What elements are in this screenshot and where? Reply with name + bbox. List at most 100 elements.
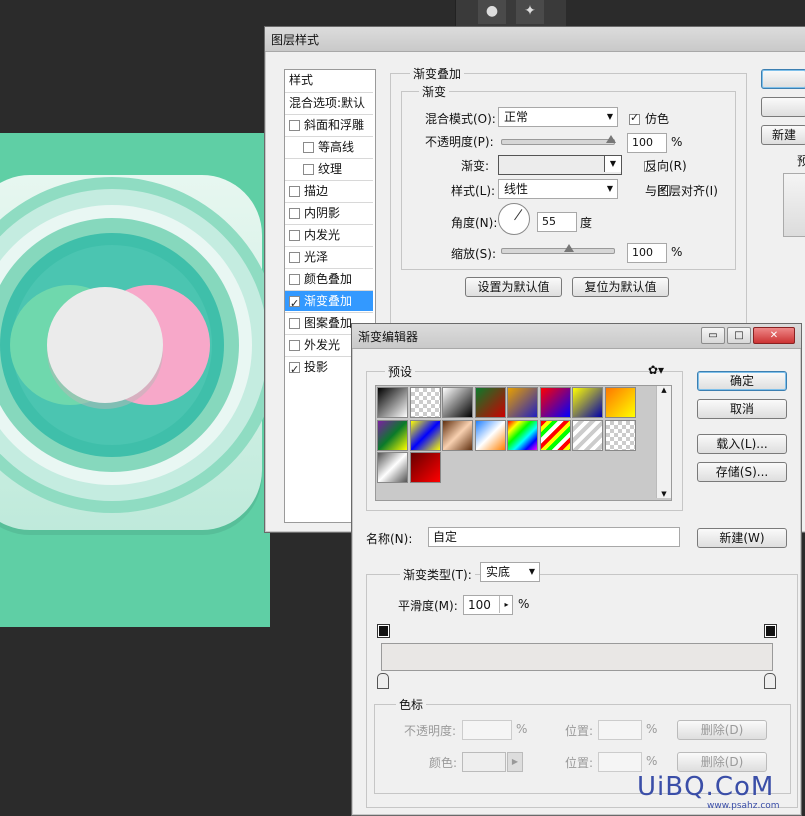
- stop-opacity-input[interactable]: [462, 720, 512, 740]
- preset-swatch[interactable]: [507, 419, 538, 451]
- cancel-button[interactable]: 取消: [697, 399, 787, 419]
- stop-color-swatch[interactable]: [462, 752, 506, 772]
- set-default-button[interactable]: 设置为默认值: [465, 277, 562, 297]
- angle-input[interactable]: 55: [537, 212, 577, 232]
- styles-header[interactable]: 样式: [285, 70, 373, 91]
- stop-opacity-location-input[interactable]: [598, 720, 642, 740]
- style-item-checkbox[interactable]: [289, 186, 300, 197]
- scroll-down-icon[interactable]: ▼: [657, 490, 671, 498]
- style-item-checkbox[interactable]: [289, 274, 300, 285]
- load-button[interactable]: 载入(L)...: [697, 434, 787, 454]
- style-item-checkbox[interactable]: [289, 293, 300, 314]
- scale-slider[interactable]: [501, 244, 615, 254]
- opacity-stop-left[interactable]: [377, 624, 390, 638]
- presets-scrollbar[interactable]: ▲ ▼: [656, 386, 671, 498]
- opacity-input[interactable]: 100: [627, 133, 667, 153]
- style-item-checkbox[interactable]: [303, 142, 314, 153]
- style-item[interactable]: 渐变叠加: [285, 290, 373, 314]
- style-item-checkbox[interactable]: [289, 120, 300, 131]
- scale-slider-thumb[interactable]: [564, 244, 574, 252]
- save-button[interactable]: 存储(S)...: [697, 462, 787, 482]
- style-select[interactable]: 线性: [498, 179, 618, 199]
- reset-default-button[interactable]: 复位为默认值: [572, 277, 669, 297]
- style-item[interactable]: 斜面和浮雕: [285, 114, 373, 135]
- gradient-type-select[interactable]: 实底: [480, 562, 540, 582]
- style-item-label: 颜色叠加: [304, 272, 353, 286]
- angle-degree: 度: [580, 216, 593, 230]
- preset-swatch[interactable]: [539, 387, 571, 418]
- scroll-up-icon[interactable]: ▲: [657, 386, 671, 394]
- layer-style-titlebar[interactable]: 图层样式: [265, 27, 805, 52]
- style-item[interactable]: 等高线: [285, 136, 373, 157]
- tool-strip: ● ✦: [455, 0, 566, 28]
- style-item[interactable]: 颜色叠加: [285, 268, 373, 289]
- gear-icon[interactable]: ✿▾: [648, 363, 664, 377]
- dither-checkbox[interactable]: [629, 111, 640, 125]
- preset-swatch[interactable]: [572, 419, 603, 451]
- style-item-checkbox[interactable]: [289, 340, 300, 351]
- new-gradient-button[interactable]: 新建(W): [697, 528, 787, 548]
- preset-swatch[interactable]: [474, 387, 506, 418]
- style-item-checkbox[interactable]: [289, 230, 300, 241]
- name-input[interactable]: 自定: [428, 527, 680, 547]
- preset-swatch[interactable]: [507, 387, 538, 418]
- gradient-bar[interactable]: [381, 643, 773, 671]
- blend-options-item[interactable]: 混合选项:默认: [285, 92, 373, 113]
- presets-grid[interactable]: ▲ ▼: [375, 385, 672, 501]
- magic-wand-icon[interactable]: ✦: [516, 0, 544, 24]
- style-item[interactable]: 光泽: [285, 246, 373, 267]
- preset-swatch[interactable]: [604, 387, 636, 418]
- preset-swatch[interactable]: [409, 452, 441, 483]
- preset-swatch[interactable]: [442, 419, 473, 451]
- minimize-icon[interactable]: ▭: [701, 327, 725, 344]
- preset-swatch[interactable]: [474, 419, 506, 451]
- style-item-checkbox[interactable]: [289, 359, 300, 380]
- document-canvas[interactable]: [0, 133, 270, 627]
- gradient-picker[interactable]: ▼: [498, 155, 622, 175]
- style-item[interactable]: 内阴影: [285, 202, 373, 223]
- scale-percent: %: [671, 245, 683, 259]
- style-item-checkbox[interactable]: [303, 164, 314, 175]
- style-item-checkbox[interactable]: [289, 208, 300, 219]
- angle-dial[interactable]: [498, 203, 530, 235]
- stop-color-arrow-icon[interactable]: ▶: [507, 752, 523, 772]
- app-icon-artwork: [0, 175, 270, 535]
- preset-swatch[interactable]: [539, 419, 571, 451]
- color-stop-left[interactable]: [377, 673, 389, 689]
- opacity-slider[interactable]: [501, 135, 616, 145]
- stop-color-location-input[interactable]: [598, 752, 642, 772]
- preset-swatch[interactable]: [442, 387, 473, 418]
- style-item-label: 描边: [304, 184, 329, 198]
- preset-swatch[interactable]: [572, 387, 603, 418]
- stop-color-label: 颜色:: [429, 756, 458, 770]
- maximize-icon[interactable]: □: [727, 327, 751, 344]
- gradient-dropdown-arrow[interactable]: ▼: [604, 156, 621, 172]
- preset-swatch[interactable]: [377, 387, 408, 418]
- blend-mode-select[interactable]: 正常: [498, 107, 618, 127]
- preset-swatch[interactable]: [409, 387, 441, 418]
- style-item-checkbox[interactable]: [289, 318, 300, 329]
- close-icon[interactable]: ✕: [753, 327, 795, 344]
- style-item[interactable]: 内发光: [285, 224, 373, 245]
- info-icon[interactable]: ●: [478, 0, 506, 24]
- new-style-button[interactable]: 新建样: [761, 125, 805, 145]
- style-item[interactable]: 纹理: [285, 158, 373, 179]
- opacity-stop-right[interactable]: [764, 624, 777, 638]
- preset-swatch[interactable]: [604, 419, 636, 451]
- preset-swatch[interactable]: [377, 419, 408, 451]
- preset-swatch[interactable]: [409, 419, 441, 451]
- smoothness-stepper-icon[interactable]: ▸: [499, 596, 513, 613]
- color-stop-right[interactable]: [764, 673, 776, 689]
- ok-button[interactable]: 确定: [697, 371, 787, 391]
- delete-color-stop-button[interactable]: 删除(D): [677, 752, 767, 772]
- preset-swatch[interactable]: [377, 452, 408, 483]
- style-item-checkbox[interactable]: [289, 252, 300, 263]
- delete-opacity-stop-button[interactable]: 删除(D): [677, 720, 767, 740]
- cancel-button-partial[interactable]: [761, 97, 805, 117]
- stops-title: 色标: [396, 696, 427, 713]
- ok-button-partial[interactable]: [761, 69, 805, 89]
- gradient-editor-titlebar[interactable]: 渐变编辑器 ▭ □ ✕: [352, 324, 801, 349]
- scale-input[interactable]: 100: [627, 243, 667, 263]
- style-item[interactable]: 描边: [285, 180, 373, 201]
- opacity-slider-thumb[interactable]: [606, 135, 616, 143]
